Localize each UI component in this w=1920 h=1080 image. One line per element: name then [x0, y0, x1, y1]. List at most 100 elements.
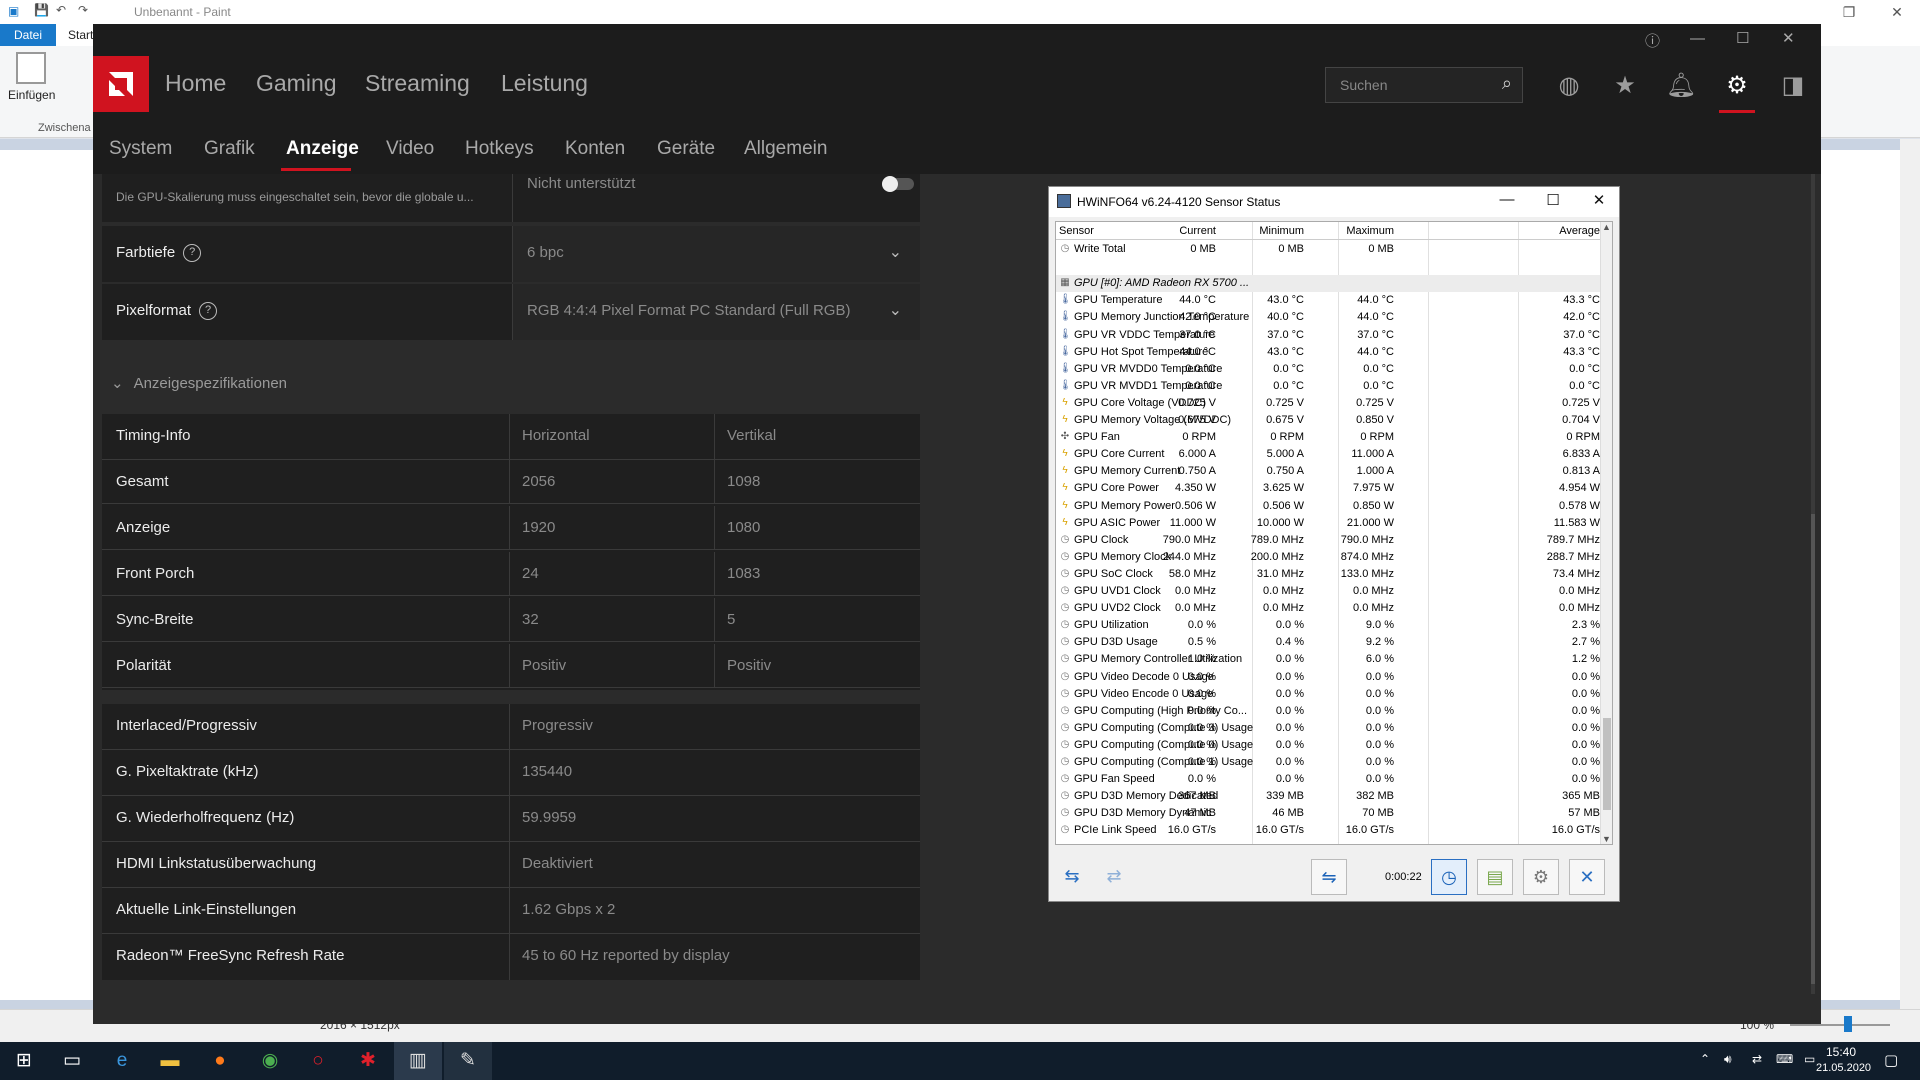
battery-icon[interactable]: ▭ — [1804, 1052, 1815, 1066]
sensor-row[interactable]: ◷ GPU Utilization 0.0 % 0.0 % 9.0 % 2.3 % — [1056, 617, 1604, 634]
windows-start-icon[interactable]: ⊞ — [0, 1042, 48, 1080]
sensor-row[interactable]: ◷ GPU Video Decode 0 Usage 0.0 % 0.0 % 0.0 %… — [1056, 669, 1604, 686]
firefox-icon[interactable]: ● — [196, 1042, 244, 1080]
sensor-row[interactable]: ◷ GPU SoC Clock 58.0 MHz 31.0 MHz 133.0 MHz 7… — [1056, 566, 1604, 583]
sensor-row[interactable]: ϟ GPU Memory Current 0.750 A 0.750 A 1.000 A… — [1056, 463, 1604, 480]
paint-taskbar-icon[interactable]: ✎ — [444, 1042, 492, 1080]
star-icon[interactable]: ★ — [1607, 68, 1643, 104]
tab-hotkeys[interactable]: Hotkeys — [465, 138, 534, 160]
redo-icon[interactable]: ↷ — [78, 3, 88, 17]
bell-icon[interactable]: 🔔︎ — [1663, 68, 1699, 104]
minimize-icon[interactable]: — — [1690, 30, 1705, 47]
pixel-format-dropdown[interactable]: RGB 4:4:4 Pixel Format PC Standard (Full… — [513, 284, 920, 340]
sensor-row[interactable]: ϟ GPU ASIC Power 11.000 W 10.000 W 21.000 W 1… — [1056, 515, 1604, 532]
zoom-slider-thumb[interactable] — [1844, 1016, 1852, 1032]
clock-time[interactable]: 15:40 — [1826, 1045, 1856, 1059]
sensor-row[interactable]: ◷ GPU Clock 790.0 MHz 789.0 MHz 790.0 MHz 789… — [1056, 532, 1604, 549]
sensor-scrollbar-thumb[interactable] — [1603, 718, 1611, 810]
scrollbar-thumb[interactable] — [1811, 514, 1815, 984]
chevron-up-icon[interactable]: ▲ — [1602, 222, 1611, 232]
sensor-row[interactable]: 🌡︎ GPU Temperature 44.0 °C 43.0 °C 44.0 °C 43… — [1056, 292, 1604, 309]
sensor-row[interactable]: 🌡︎ GPU Memory Junction Temperature 42.0 °C… — [1056, 309, 1604, 326]
sensor-row[interactable]: ◷ Write Total 0 MB 0 MB 0 MB — [1056, 241, 1604, 258]
color-depth-dropdown[interactable]: 6 bpc ⌄ — [513, 226, 920, 282]
paste-label[interactable]: Einfügen — [8, 88, 55, 102]
sensor-row[interactable]: ◷ GPU Computing (Compute 1) Usage 0.0 % 0.0… — [1056, 754, 1604, 771]
sensor-row[interactable]: ◷ GPU D3D Memory Dedicated 367 MB 339 MB 382… — [1056, 788, 1604, 805]
sensor-row[interactable]: ◷ GPU UVD2 Clock 0.0 MHz 0.0 MHz 0.0 MHz 0.0 … — [1056, 600, 1604, 617]
gear-icon[interactable]: ⚙ — [1719, 68, 1755, 104]
hwinfo-taskbar-icon[interactable]: ▥ — [394, 1042, 442, 1080]
sensor-row[interactable]: ◷ GPU Memory Controller Utilization 1.0 % 0… — [1056, 651, 1604, 668]
nav-streaming[interactable]: Streaming — [365, 70, 470, 97]
gear-icon[interactable]: ⚙ — [1523, 859, 1559, 895]
opera-icon[interactable]: ○ — [294, 1042, 342, 1080]
sensor-row[interactable]: ϟ GPU Memory Voltage (MVDDC) 0.675 V 0.675 … — [1056, 412, 1604, 429]
sensor-row[interactable]: 🌡︎ GPU VR MVDD1 Temperature 0.0 °C 0.0 °C 0.… — [1056, 378, 1604, 395]
col-average[interactable]: Average — [1559, 225, 1600, 237]
chevron-down-icon[interactable]: ▼ — [1602, 834, 1611, 844]
tab-konten[interactable]: Konten — [565, 138, 625, 160]
undo-icon[interactable]: ↶ — [56, 3, 66, 17]
close-icon[interactable]: ✕ — [1782, 29, 1795, 47]
zoom-slider[interactable] — [1790, 1024, 1890, 1026]
col-current[interactable]: Current — [1179, 225, 1216, 237]
tab-system[interactable]: System — [109, 138, 172, 160]
maximize-icon[interactable]: ☐ — [1533, 191, 1573, 209]
amd-logo-icon[interactable] — [93, 56, 149, 112]
sensor-row[interactable]: ◷ GPU Fan Speed 0.0 % 0.0 % 0.0 % 0.0 % — [1056, 771, 1604, 788]
scrollbar-track[interactable] — [1811, 174, 1815, 994]
sensor-row[interactable]: ◷ GPU Computing (Compute 0) Usage 0.0 % 0.0… — [1056, 737, 1604, 754]
volume-icon[interactable]: 🔊︎ — [1724, 1052, 1732, 1067]
sensor-row[interactable] — [1056, 258, 1604, 275]
sensor-row[interactable]: ◷ GPU D3D Memory Dynamic 47 MB 46 MB 70 MB 57… — [1056, 805, 1604, 822]
clock-icon[interactable]: ◷ — [1431, 859, 1467, 895]
network-icon[interactable]: ⇋ — [1311, 859, 1347, 895]
help-icon[interactable]: ? — [183, 244, 202, 263]
vertical-scrollbar[interactable] — [1900, 139, 1920, 1009]
help-icon[interactable]: ⓘ — [1645, 30, 1660, 51]
sensor-group-row[interactable]: ▦ GPU [#0]: AMD Radeon RX 5700 ... — [1056, 275, 1604, 293]
clipboard-icon[interactable] — [16, 52, 46, 84]
expand-arrows-icon[interactable]: ⇆ — [1053, 859, 1091, 895]
nav-leistung[interactable]: Leistung — [501, 70, 588, 97]
sensor-list[interactable]: Sensor Current Minimum Maximum Average ◷… — [1055, 221, 1613, 845]
sensor-row[interactable]: ϟ GPU Core Voltage (VDDC) 0.725 V 0.725 V 0.… — [1056, 395, 1604, 412]
col-sensor[interactable]: Sensor — [1059, 225, 1094, 237]
tray-chevron-up-icon[interactable]: ⌃ — [1700, 1052, 1710, 1066]
maximize-icon[interactable]: ☐ — [1736, 29, 1749, 47]
tab-grafik[interactable]: Grafik — [204, 138, 255, 160]
sensor-row[interactable]: ◷ GPU Memory Clock 244.0 MHz 200.0 MHz 874.0… — [1056, 549, 1604, 566]
col-minimum[interactable]: Minimum — [1259, 225, 1304, 237]
tab-anzeige[interactable]: Anzeige — [286, 138, 359, 160]
sensor-row[interactable]: ϟ GPU Memory Power 0.506 W 0.506 W 0.850 W 0.… — [1056, 498, 1604, 515]
sensor-row[interactable]: ✣ GPU Fan 0 RPM 0 RPM 0 RPM 0 RPM — [1056, 429, 1604, 446]
task-view-icon[interactable]: ▭ — [48, 1042, 96, 1080]
sensor-row[interactable]: ◷ GPU UVD1 Clock 0.0 MHz 0.0 MHz 0.0 MHz 0.0 … — [1056, 583, 1604, 600]
add-report-icon[interactable]: ▤ — [1477, 859, 1513, 895]
minimize-icon[interactable]: — — [1487, 191, 1527, 208]
close-icon[interactable]: ✕ — [1569, 859, 1605, 895]
notification-icon[interactable]: ▢ — [1884, 1051, 1898, 1069]
sensor-row[interactable]: 🌡︎ GPU Hot Spot Temperature 44.0 °C 43.0 °C… — [1056, 344, 1604, 361]
collapse-arrows-icon[interactable]: ⇄ — [1095, 859, 1133, 895]
amd-radeon-taskbar-icon[interactable]: ✱ — [344, 1042, 392, 1080]
scaling-toggle[interactable] — [882, 176, 914, 192]
nav-gaming[interactable]: Gaming — [256, 70, 337, 97]
search-icon[interactable]: ⌕ — [1502, 73, 1512, 94]
specs-section-header[interactable]: ⌄ Anzeigespezifikationen — [111, 374, 287, 392]
search-input[interactable]: Suchen ⌕ — [1325, 67, 1523, 103]
edge-icon[interactable]: e — [98, 1042, 146, 1080]
col-maximum[interactable]: Maximum — [1346, 225, 1394, 237]
sidebar-icon[interactable]: ◨ — [1775, 68, 1811, 104]
keyboard-icon[interactable]: ⌨ — [1776, 1052, 1793, 1066]
nav-home[interactable]: Home — [165, 70, 226, 97]
globe-icon[interactable]: ◍ — [1551, 68, 1587, 104]
sensor-scrollbar[interactable]: ▲ ▼ — [1600, 222, 1612, 844]
tab-allgemein[interactable]: Allgemein — [744, 138, 827, 160]
close-icon[interactable]: ✕ — [1579, 191, 1619, 209]
clock-date[interactable]: 21.05.2020 — [1816, 1062, 1871, 1074]
tab-geraete[interactable]: Geräte — [657, 138, 715, 160]
sensor-row[interactable]: ◷ GPU Computing (Compute 3) Usage 0.0 % 0.0… — [1056, 720, 1604, 737]
help-icon[interactable]: ? — [199, 302, 218, 321]
